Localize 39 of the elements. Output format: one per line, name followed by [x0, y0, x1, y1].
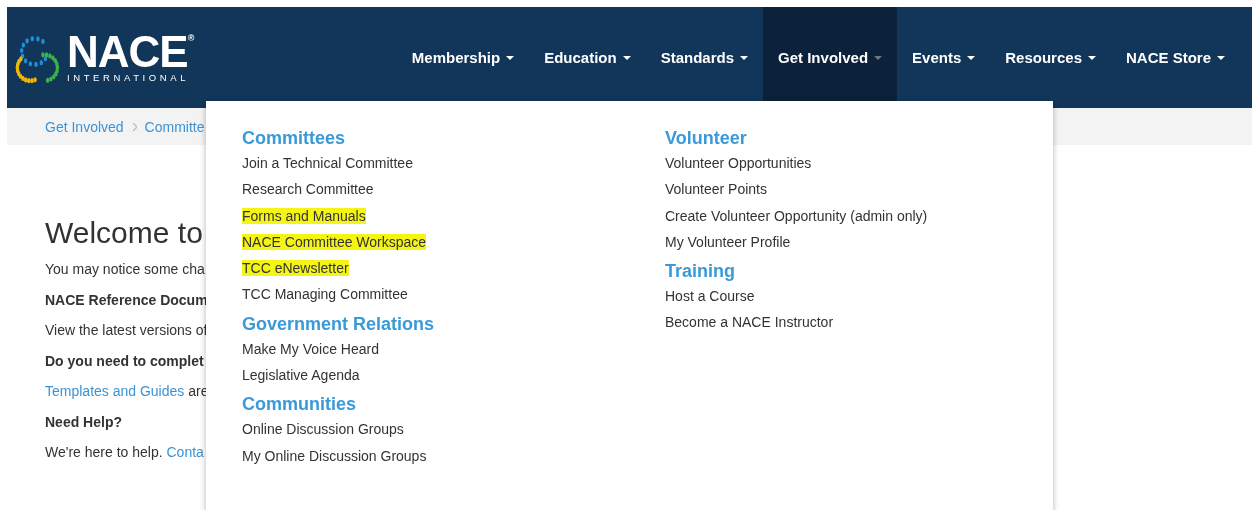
caret-icon [506, 55, 515, 60]
menu-link[interactable]: My Volunteer Profile [665, 233, 791, 250]
caret-icon [874, 55, 883, 60]
menu-link[interactable]: TCC Managing Committee [242, 286, 408, 303]
menu-link[interactable]: Become a NACE Instructor [665, 314, 834, 331]
menu-link[interactable]: Volunteer Points [665, 181, 767, 198]
menu-link[interactable]: My Online Discussion Groups [242, 447, 427, 464]
caret-icon [1088, 55, 1096, 60]
nav-menu-item[interactable]: Events [897, 7, 991, 108]
menu-link[interactable]: Research Committee [242, 181, 374, 198]
menu-link[interactable]: NACE Committee Workspace [242, 233, 427, 250]
paragraph-text: NACE Reference Docum [45, 291, 209, 308]
caret-icon [622, 55, 631, 60]
menu-link[interactable]: Volunteer Opportunities [665, 155, 812, 171]
nav-menu-item[interactable]: NACE Store [1111, 7, 1240, 108]
paragraph-text: Need Help? [45, 413, 123, 430]
paragraph-text: Do you need to complet [45, 352, 205, 369]
logo-subtitle: INTERNATIONAL [67, 71, 191, 84]
menu-link[interactable]: Join a Technical Committee [242, 155, 413, 171]
menu-link[interactable]: Host a Course [665, 288, 755, 305]
paragraph-text: You may notice some cha [45, 261, 206, 277]
registered-mark: ® [187, 31, 194, 43]
menu-link[interactable]: TCC eNewsletter [242, 260, 349, 277]
menu-link[interactable]: Legislative Agenda [242, 367, 360, 384]
nav-menu-item[interactable]: Education [529, 7, 646, 108]
caret-icon [967, 55, 976, 60]
caret-icon [1217, 55, 1225, 60]
page-title: Welcome to [45, 215, 204, 251]
chevron-icon [131, 122, 137, 131]
logo-wordmark: NACE [67, 31, 188, 72]
nav-menu-item[interactable]: Membership [396, 7, 530, 108]
menu-link[interactable]: Online Discussion Groups [242, 421, 404, 438]
nav-menu-item[interactable]: Resources [990, 7, 1111, 108]
caret-icon [740, 55, 749, 60]
paragraph-text: We're here to help. [45, 444, 163, 460]
nav-menu-item[interactable]: Standards [645, 7, 764, 108]
menu-link[interactable]: Forms and Manuals [242, 207, 366, 224]
menu-link[interactable]: Create Volunteer Opportunity (admin only) [665, 207, 928, 224]
menu-link[interactable]: Make My Voice Heard [242, 340, 379, 357]
